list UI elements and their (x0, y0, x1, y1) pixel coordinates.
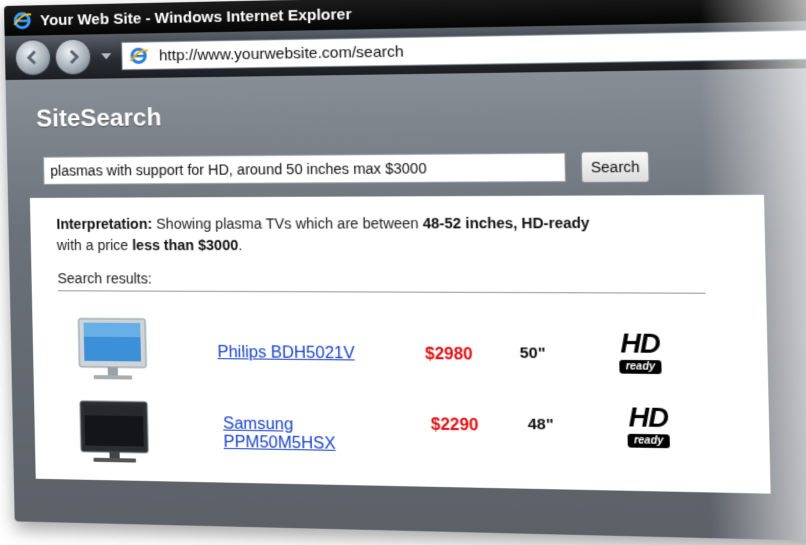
search-button[interactable]: Search (580, 150, 651, 183)
interpretation: Interpretation: Showing plasma TVs which… (56, 212, 725, 257)
history-dropdown-icon[interactable] (101, 53, 112, 60)
results-panel: Interpretation: Showing plasma TVs which… (29, 194, 771, 494)
result-row: Samsung PPM50M5HSX $2290 48" HD ready (34, 398, 771, 493)
window-title: Your Web Site - Windows Internet Explore… (39, 5, 352, 29)
product-link[interactable]: Philips BDH5021V (217, 344, 355, 364)
interpretation-label: Interpretation: (56, 215, 153, 232)
product-link-line-2: PPM50M5HSX (223, 433, 336, 453)
result-row: Philips BDH5021V $2980 50" HD ready (32, 316, 768, 406)
hd-badge-top: HD (628, 401, 669, 434)
url-text: http://www.yourwebsite.com/search (158, 42, 404, 65)
interpretation-text-1: Showing plasma TVs which are between (152, 214, 424, 232)
product-size: 50" (519, 344, 546, 363)
search-row: Search (42, 149, 806, 186)
product-size: 48" (527, 415, 554, 434)
interpretation-text-2: with a price (56, 236, 133, 254)
back-arrow-icon (26, 50, 36, 65)
interpretation-bold-2: less than $3000 (131, 236, 239, 254)
interpretation-bold-1: 48-52 inches, HD-ready (422, 214, 590, 232)
hd-badge-bottom: ready (627, 433, 671, 449)
address-bar[interactable]: http://www.yourwebsite.com/search (121, 27, 806, 71)
search-input[interactable] (42, 152, 567, 185)
results-label: Search results: (57, 270, 153, 287)
tv-thumbnail[interactable] (78, 399, 150, 472)
forward-button[interactable] (54, 38, 92, 76)
ie-logo-icon (12, 10, 32, 30)
hd-badge-top: HD (619, 327, 660, 360)
divider (57, 290, 706, 294)
hd-ready-logo: HD ready (613, 327, 667, 375)
product-price: $2290 (430, 416, 479, 435)
browser-window: Your Web Site - Windows Internet Explore… (4, 0, 806, 544)
back-button[interactable] (14, 39, 52, 76)
site-title: SiteSearch (35, 104, 162, 133)
product-link[interactable]: Samsung PPM50M5HSX (223, 415, 336, 454)
tv-thumbnail[interactable] (76, 317, 148, 389)
hd-badge-bottom: ready (618, 359, 662, 375)
interpretation-text-3: . (237, 236, 243, 254)
page-content: SiteSearch Search Interpretation: Showin… (5, 66, 806, 544)
page-ie-icon (128, 45, 149, 66)
hd-ready-logo: HD ready (621, 401, 675, 449)
product-link-line-1: Samsung (222, 415, 294, 434)
forward-arrow-icon (69, 49, 79, 64)
product-price: $2980 (424, 345, 473, 364)
